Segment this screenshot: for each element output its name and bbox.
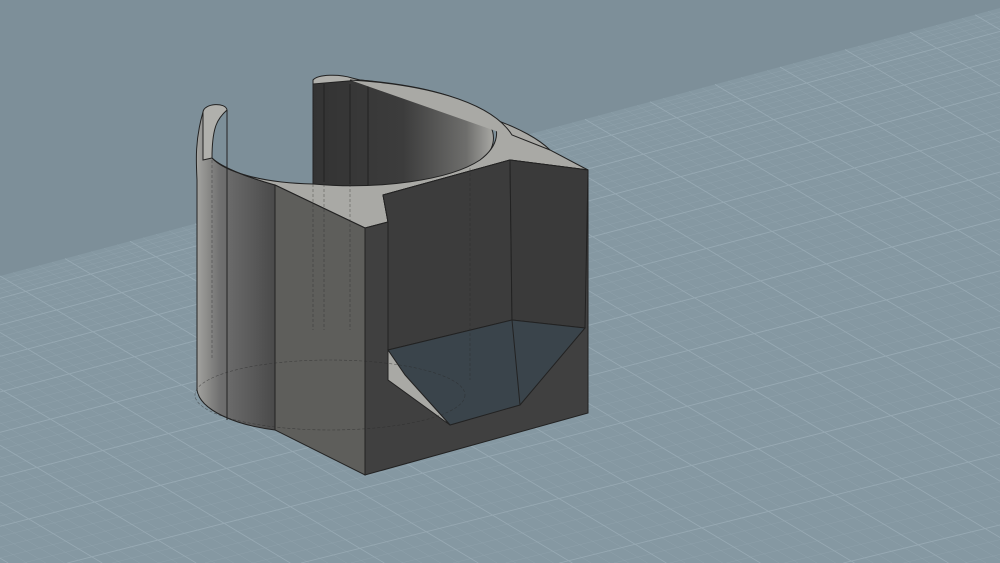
viewport-canvas[interactable] <box>0 0 1000 563</box>
cad-model[interactable] <box>194 74 589 476</box>
3d-viewport[interactable] <box>0 0 1000 563</box>
cutout-wall-right[interactable] <box>509 159 589 329</box>
outer-cylinder-wall[interactable] <box>195 111 276 431</box>
front-face[interactable] <box>274 184 366 476</box>
clip-tip[interactable] <box>202 104 228 161</box>
